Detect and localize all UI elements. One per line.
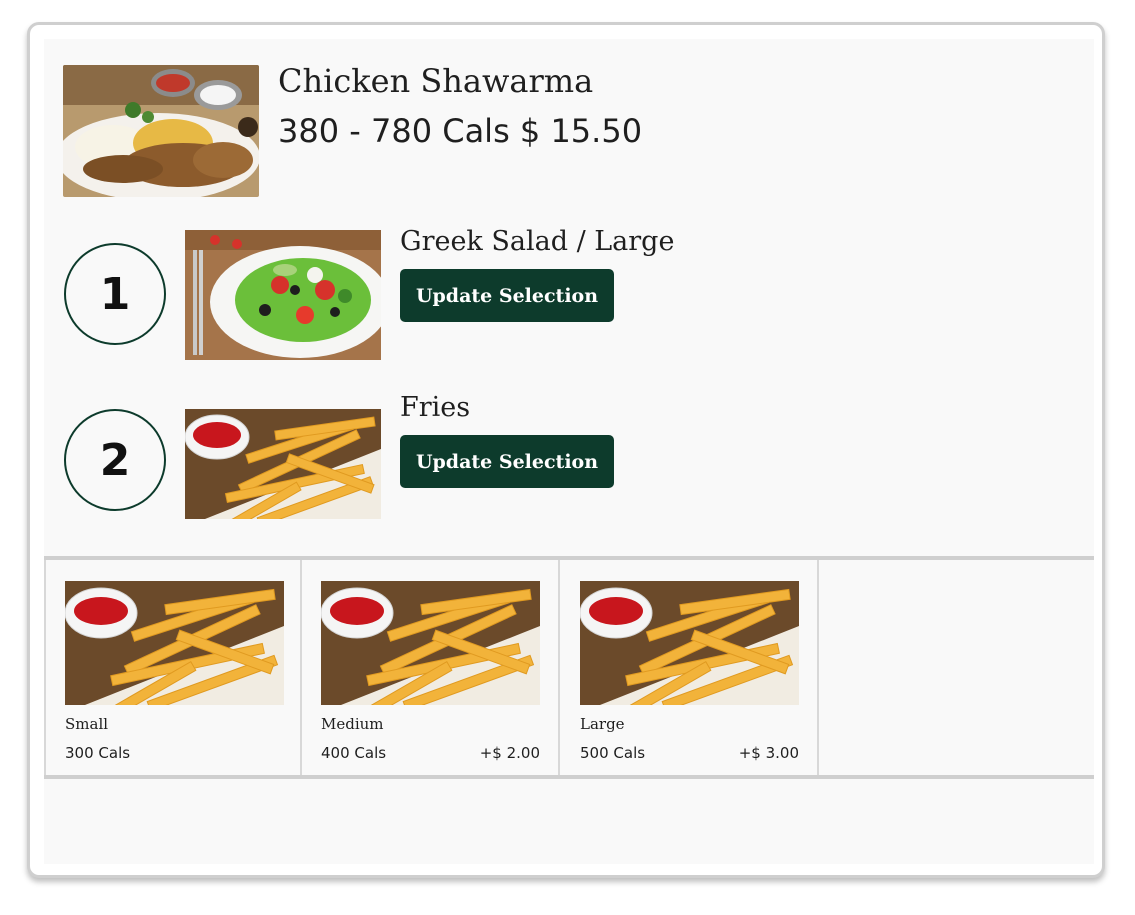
step-number-1: 1 bbox=[64, 243, 166, 345]
fries-image bbox=[185, 409, 381, 519]
option-name: Large bbox=[580, 715, 625, 733]
item-title: Chicken Shawarma bbox=[278, 62, 594, 100]
selection-name-2: Fries bbox=[400, 392, 471, 423]
step-number-2: 2 bbox=[64, 409, 166, 511]
update-selection-button-2[interactable]: Update Selection bbox=[400, 435, 614, 488]
chicken-shawarma-image bbox=[63, 65, 259, 197]
option-name: Medium bbox=[321, 715, 384, 733]
size-options: Small 300 Cals Medium 400 Cals +$ 2.00 L… bbox=[44, 560, 1094, 775]
option-card-medium[interactable]: Medium 400 Cals +$ 2.00 bbox=[302, 560, 560, 775]
fries-image bbox=[580, 581, 799, 705]
options-divider-bottom bbox=[44, 775, 1094, 779]
item-panel: Chicken Shawarma 380 - 780 Cals $ 15.50 … bbox=[44, 39, 1094, 864]
option-name: Small bbox=[65, 715, 109, 733]
item-cals-price: 380 - 780 Cals $ 15.50 bbox=[278, 112, 643, 150]
greek-salad-image bbox=[185, 230, 381, 360]
item-card: Chicken Shawarma 380 - 780 Cals $ 15.50 … bbox=[27, 22, 1105, 878]
option-cals: 500 Cals bbox=[580, 744, 646, 762]
option-cals: 300 Cals bbox=[65, 744, 131, 762]
option-card-small[interactable]: Small 300 Cals bbox=[44, 560, 302, 775]
selection-name-1: Greek Salad / Large bbox=[400, 226, 675, 257]
update-selection-button-1[interactable]: Update Selection bbox=[400, 269, 614, 322]
option-price: +$ 3.00 bbox=[738, 744, 799, 762]
option-card-large[interactable]: Large 500 Cals +$ 3.00 bbox=[561, 560, 819, 775]
option-cals: 400 Cals bbox=[321, 744, 387, 762]
fries-image bbox=[321, 581, 540, 705]
fries-image bbox=[65, 581, 284, 705]
option-price: +$ 2.00 bbox=[479, 744, 540, 762]
